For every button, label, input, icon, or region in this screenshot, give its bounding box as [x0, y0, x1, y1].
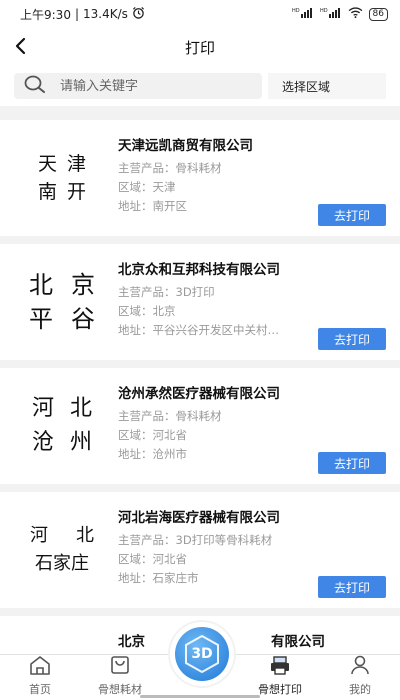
- company-name: 天津远凯商贸有限公司: [118, 138, 253, 154]
- company-product: 主营产品：骨科耗材: [118, 409, 222, 423]
- logo-char: 河: [31, 396, 54, 421]
- wifi-icon: [348, 7, 363, 21]
- tab-materials[interactable]: 骨想耗材: [80, 655, 160, 700]
- logo-char: 天: [37, 153, 57, 175]
- company-logo: 河 北 石家庄: [14, 502, 110, 598]
- company-name: 河北岩海医疗器械有限公司: [118, 510, 280, 526]
- company-name: 沧州承然医疗器械有限公司: [118, 386, 280, 402]
- logo-char: 河: [30, 525, 48, 546]
- tab-home-label: 首页: [29, 683, 51, 696]
- search-icon: [24, 75, 46, 97]
- company-product: 主营产品：骨科耗材: [118, 161, 222, 175]
- logo-char: 石家庄: [35, 553, 89, 574]
- go-print-button[interactable]: 去打印: [318, 204, 386, 226]
- logo-char: 北: [70, 396, 93, 421]
- signal-icon-2: HD: [320, 7, 342, 21]
- page-title: 打印: [184, 38, 215, 57]
- company-name: 北京众和互邦科技有限公司: [118, 262, 280, 278]
- logo-char: 南: [37, 181, 57, 203]
- home-indicator: [140, 695, 260, 698]
- company-logo: 天 津 南 开: [14, 130, 110, 226]
- company-logo: 河 北 沧 州: [14, 378, 110, 474]
- go-print-button[interactable]: 去打印: [318, 576, 386, 598]
- nav-bar: 打印: [0, 28, 400, 66]
- logo-char: 州: [70, 430, 93, 455]
- logo-char: 京: [71, 271, 95, 299]
- company-region: 区域：天津: [118, 180, 176, 194]
- company-product: 主营产品：3D打印等骨科耗材: [118, 533, 273, 547]
- company-name-left: 北京: [118, 634, 145, 650]
- company-region: 区域：北京: [118, 304, 176, 318]
- logo-char: 谷: [71, 305, 95, 333]
- company-card[interactable]: 河 北 沧 州 沧州承然医疗器械有限公司 主营产品：骨科耗材 区域：河北省 地址…: [0, 368, 400, 484]
- status-bar: 上午9:30 | 13.4K/s HD HD 86: [0, 0, 400, 28]
- alarm-icon: [132, 6, 145, 22]
- tab-materials-label: 骨想耗材: [98, 683, 142, 696]
- logo-char: 津: [67, 153, 87, 175]
- company-region: 区域：河北省: [118, 428, 187, 442]
- signal-icon: HD: [292, 7, 314, 21]
- tab-print-label: 骨想打印: [258, 683, 302, 696]
- center-3d-button[interactable]: 3D: [170, 622, 234, 686]
- company-list: 天 津 南 开 天津远凯商贸有限公司 主营产品：骨科耗材 区域：天津 地址：南开…: [0, 120, 400, 684]
- search-box: [14, 73, 262, 99]
- battery-icon: 86: [368, 7, 388, 21]
- home-icon: [28, 655, 52, 679]
- select-region-button[interactable]: 选择区域: [268, 73, 386, 99]
- company-name-right: 有限公司: [271, 634, 325, 650]
- status-separator: |: [74, 7, 79, 21]
- go-print-button[interactable]: 去打印: [318, 328, 386, 350]
- search-row: 选择区域: [0, 66, 400, 106]
- print-icon: [268, 655, 292, 679]
- company-logo: 北 京 平 谷: [14, 254, 110, 350]
- logo-char: 平: [29, 305, 53, 333]
- center-3d-label: 3D: [191, 646, 213, 662]
- company-name-partial: 北京 有限公司: [118, 630, 390, 650]
- logo-char: 北: [29, 271, 53, 299]
- status-time: 上午9:30: [20, 7, 71, 22]
- back-arrow-icon[interactable]: [10, 34, 34, 58]
- shopping-bag-icon: [109, 655, 131, 679]
- logo-char: 沧: [31, 430, 54, 455]
- svg-text:HD: HD: [320, 8, 328, 14]
- logo-char: 开: [67, 181, 87, 203]
- search-input[interactable]: [60, 78, 240, 94]
- company-product: 主营产品：3D打印: [118, 285, 215, 299]
- company-card[interactable]: 河 北 石家庄 河北岩海医疗器械有限公司 主营产品：3D打印等骨科耗材 区域：河…: [0, 492, 400, 608]
- user-icon: [349, 655, 371, 679]
- status-speed: 13.4K/s: [83, 7, 128, 21]
- go-print-button[interactable]: 去打印: [318, 452, 386, 474]
- tab-print[interactable]: 骨想打印: [240, 655, 320, 700]
- tab-mine-label: 我的: [349, 683, 371, 696]
- company-card[interactable]: 北 京 平 谷 北京众和互邦科技有限公司 主营产品：3D打印 区域：北京 地址：…: [0, 244, 400, 360]
- company-card[interactable]: 天 津 南 开 天津远凯商贸有限公司 主营产品：骨科耗材 区域：天津 地址：南开…: [0, 120, 400, 236]
- svg-text:HD: HD: [292, 8, 300, 14]
- tab-home[interactable]: 首页: [0, 655, 80, 700]
- logo-char: 北: [76, 525, 94, 546]
- company-region: 区域：河北省: [118, 552, 187, 566]
- tab-mine[interactable]: 我的: [320, 655, 400, 700]
